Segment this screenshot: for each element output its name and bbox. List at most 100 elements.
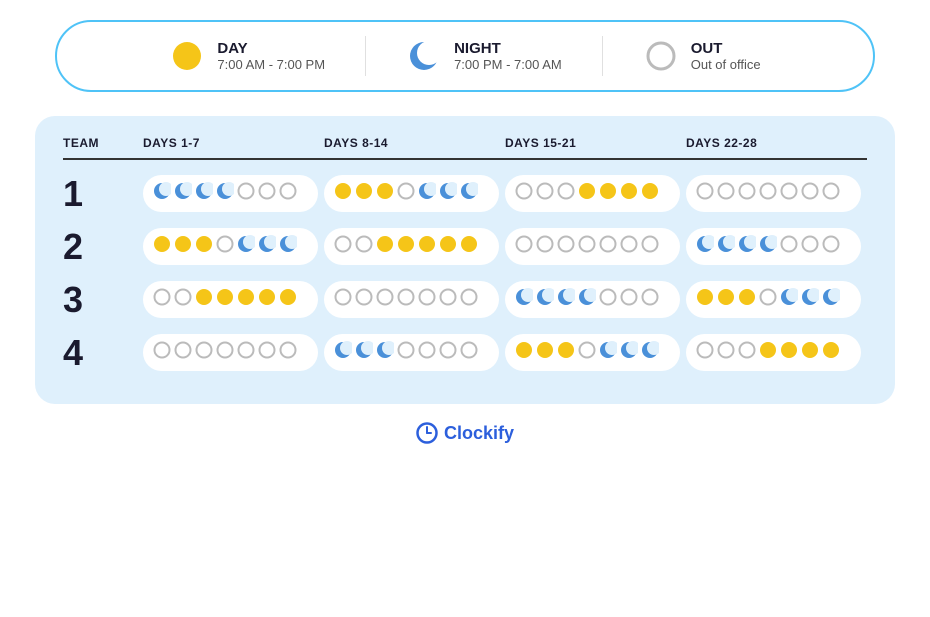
- moon-cell-icon: [738, 235, 756, 253]
- out-cell-icon: [515, 182, 533, 200]
- day-cell: [324, 281, 499, 318]
- clockify-icon: [416, 422, 438, 444]
- divider-1: [365, 36, 366, 76]
- out-cell-icon: [536, 182, 554, 200]
- out-cell-icon: [801, 182, 819, 200]
- sun-cell-icon: [237, 288, 255, 306]
- out-cell-icon: [759, 182, 777, 200]
- out-cell-icon: [759, 288, 777, 306]
- legend-night: NIGHT 7:00 PM - 7:00 AM: [406, 38, 562, 74]
- out-cell-icon: [738, 182, 756, 200]
- out-cell-icon: [696, 182, 714, 200]
- out-cell-icon: [620, 288, 638, 306]
- moon-cell-icon: [780, 288, 798, 306]
- sun-cell-icon: [696, 288, 714, 306]
- out-cell-icon: [557, 235, 575, 253]
- divider-2: [602, 36, 603, 76]
- out-cell-icon: [460, 288, 478, 306]
- day-hours: 7:00 AM - 7:00 PM: [217, 57, 325, 72]
- table-header: TEAM DAYS 1-7 DAYS 8-14 DAYS 15-21 DAYS …: [63, 136, 867, 160]
- day-cell: [143, 334, 318, 371]
- sun-cell-icon: [460, 235, 478, 253]
- out-cell-icon: [696, 341, 714, 359]
- sun-cell-icon: [822, 341, 840, 359]
- day-cell: [686, 334, 861, 371]
- schedule-table: TEAM DAYS 1-7 DAYS 8-14 DAYS 15-21 DAYS …: [35, 116, 895, 404]
- out-cell-icon: [279, 341, 297, 359]
- day-cell: [143, 175, 318, 212]
- sun-cell-icon: [258, 288, 276, 306]
- moon-cell-icon: [195, 182, 213, 200]
- moon-cell-icon: [759, 235, 777, 253]
- sun-cell-icon: [717, 288, 735, 306]
- out-cell-icon: [599, 288, 617, 306]
- legend-out: OUT Out of office: [643, 38, 761, 74]
- out-cell-icon: [334, 288, 352, 306]
- out-cell-icon: [641, 288, 659, 306]
- sun-cell-icon: [174, 235, 192, 253]
- moon-cell-icon: [641, 341, 659, 359]
- moon-cell-icon: [822, 288, 840, 306]
- out-cell-icon: [620, 235, 638, 253]
- out-icon: [643, 38, 679, 74]
- sun-cell-icon: [355, 182, 373, 200]
- col-days-22-28: DAYS 22-28: [686, 136, 867, 150]
- out-cell-icon: [641, 235, 659, 253]
- table-row: 4: [63, 331, 867, 374]
- moon-cell-icon: [460, 182, 478, 200]
- moon-cell-icon: [216, 182, 234, 200]
- sun-cell-icon: [557, 341, 575, 359]
- moon-cell-icon: [578, 288, 596, 306]
- table-row: 1: [63, 172, 867, 215]
- day-label: DAY: [217, 40, 325, 57]
- col-days-1-7: DAYS 1-7: [143, 136, 324, 150]
- day-cell: [505, 175, 680, 212]
- moon-cell-icon: [174, 182, 192, 200]
- moon-cell-icon: [599, 341, 617, 359]
- col-days-15-21: DAYS 15-21: [505, 136, 686, 150]
- moon-icon: [406, 38, 442, 74]
- day-cell: [324, 334, 499, 371]
- moon-cell-icon: [717, 235, 735, 253]
- moon-cell-icon: [536, 288, 554, 306]
- out-cell-icon: [418, 288, 436, 306]
- out-cell-icon: [397, 182, 415, 200]
- sun-cell-icon: [397, 235, 415, 253]
- out-cell-icon: [376, 288, 394, 306]
- day-cell: [686, 175, 861, 212]
- moon-cell-icon: [696, 235, 714, 253]
- legend: DAY 7:00 AM - 7:00 PM NIGHT 7:00 PM - 7:…: [55, 20, 875, 92]
- out-cell-icon: [536, 235, 554, 253]
- out-cell-icon: [258, 182, 276, 200]
- out-cell-icon: [780, 182, 798, 200]
- moon-cell-icon: [237, 235, 255, 253]
- sun-cell-icon: [195, 288, 213, 306]
- sun-cell-icon: [418, 235, 436, 253]
- out-cell-icon: [557, 182, 575, 200]
- team-number: 2: [63, 226, 143, 268]
- clockify-label: Clockify: [444, 423, 514, 444]
- moon-cell-icon: [376, 341, 394, 359]
- team-number: 1: [63, 173, 143, 215]
- footer: Clockify: [416, 422, 514, 444]
- out-cell-icon: [780, 235, 798, 253]
- out-cell-icon: [397, 288, 415, 306]
- out-cell-icon: [258, 341, 276, 359]
- sun-cell-icon: [376, 235, 394, 253]
- out-cell-icon: [174, 288, 192, 306]
- sun-cell-icon: [439, 235, 457, 253]
- sun-cell-icon: [578, 182, 596, 200]
- out-cell-icon: [515, 235, 533, 253]
- out-cell-icon: [355, 235, 373, 253]
- moon-cell-icon: [153, 182, 171, 200]
- sun-cell-icon: [216, 288, 234, 306]
- moon-cell-icon: [355, 341, 373, 359]
- moon-cell-icon: [620, 341, 638, 359]
- out-cell-icon: [397, 341, 415, 359]
- moon-cell-icon: [557, 288, 575, 306]
- table-row: 2: [63, 225, 867, 268]
- out-cell-icon: [578, 341, 596, 359]
- sun-cell-icon: [599, 182, 617, 200]
- out-cell-icon: [822, 235, 840, 253]
- sun-cell-icon: [780, 341, 798, 359]
